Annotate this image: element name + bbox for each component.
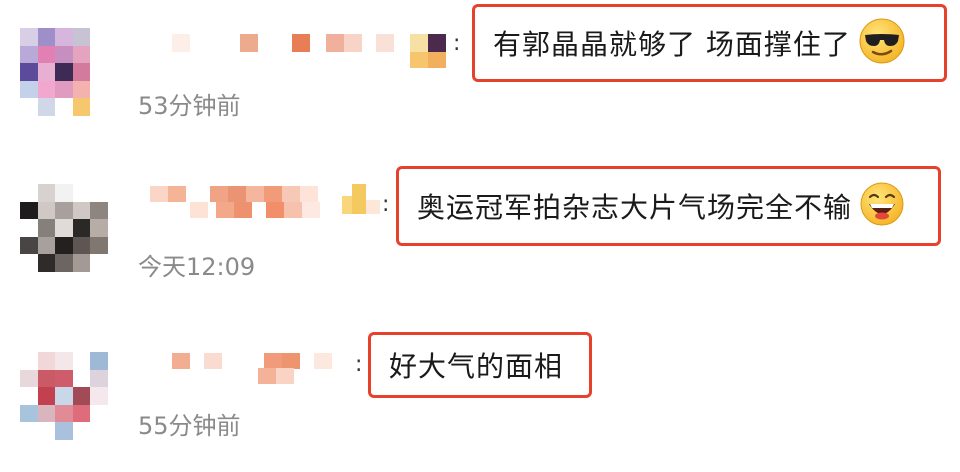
avatar[interactable]: [20, 352, 108, 440]
comment-text-highlight[interactable]: 好大气的面相: [368, 332, 592, 398]
timestamp: 55分钟前: [138, 412, 241, 440]
comment-item: : 好大气的面相 55分钟前: [0, 0, 960, 472]
colon-separator: :: [355, 352, 363, 377]
username-redacted-lower: [258, 368, 294, 392]
username-redacted[interactable]: [172, 353, 332, 377]
comment-text: 好大气的面相: [389, 350, 564, 383]
